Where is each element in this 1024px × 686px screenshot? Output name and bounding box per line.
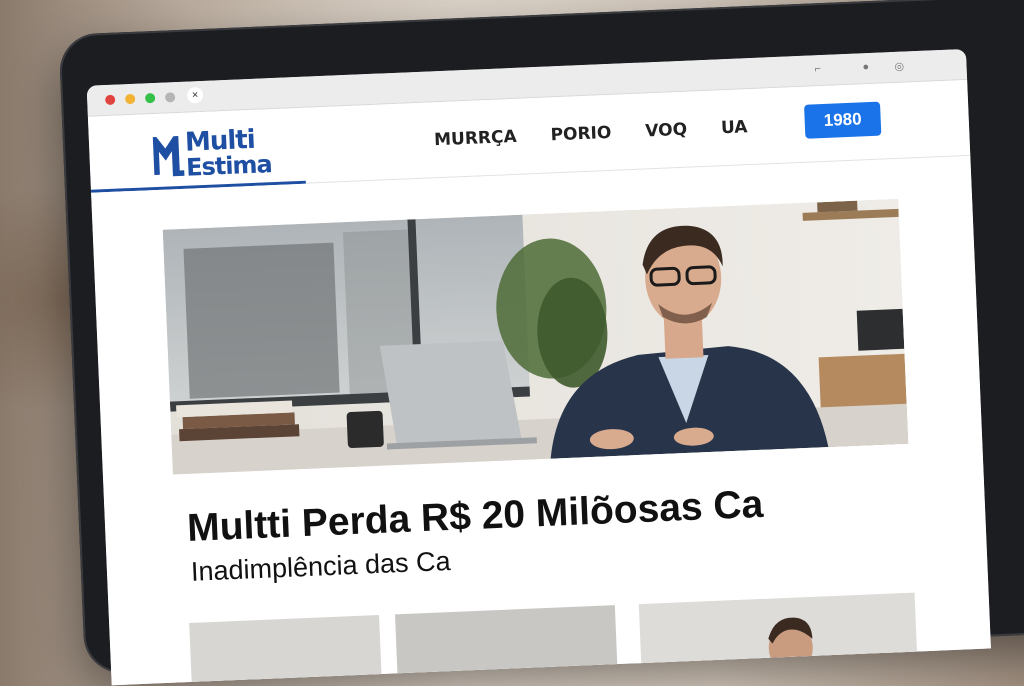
nav-item-voq[interactable]: VOQ	[645, 120, 688, 142]
related-card-3-photo	[768, 617, 813, 674]
hero-photo-illustration	[162, 198, 909, 475]
related-card-1[interactable]	[189, 615, 383, 686]
nav-item-ua[interactable]: UA	[721, 117, 748, 138]
nav-item-porio[interactable]: PORIO	[550, 123, 612, 146]
extra-window-dot	[164, 92, 176, 103]
logo-mark-icon	[152, 135, 185, 178]
close-window-dot[interactable]	[104, 94, 116, 106]
related-card-2[interactable]	[394, 605, 619, 686]
site-logo[interactable]: Multi Estima	[152, 125, 305, 182]
settings-icon[interactable]: ◎	[894, 60, 904, 73]
menu-icon[interactable]: ⌐	[814, 63, 821, 75]
hero-image[interactable]	[162, 198, 909, 475]
minimize-window-dot[interactable]	[124, 93, 136, 105]
status-dot-icon: ●	[862, 61, 870, 74]
article-content: Multti Perda R$ 20 Milõosas Ca Inadimplê…	[91, 155, 991, 686]
tablet-device: × ⌐ ● ◎ Multi Estima MURRÇA PORIO VOQ UA…	[58, 0, 1024, 686]
logo-text-estima: Estima	[185, 150, 273, 182]
nav-highlight-button[interactable]: 1980	[804, 101, 882, 139]
article-subheadline: Inadimplência das Ca	[190, 545, 452, 587]
main-nav: MURRÇA PORIO VOQ UA	[434, 117, 748, 150]
article-headline[interactable]: Multti Perda R$ 20 Milõosas Ca	[186, 483, 764, 551]
maximize-window-dot[interactable]	[144, 92, 156, 104]
related-card-3[interactable]	[638, 592, 918, 685]
browser-screen: × ⌐ ● ◎ Multi Estima MURRÇA PORIO VOQ UA…	[86, 48, 991, 686]
nav-item-murrca[interactable]: MURRÇA	[434, 127, 517, 150]
close-tab-icon[interactable]: ×	[186, 86, 204, 104]
